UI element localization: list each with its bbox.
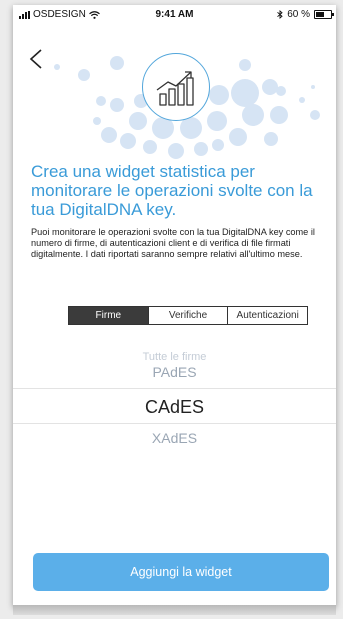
hero-icon-badge — [142, 53, 210, 121]
chart-growth-icon — [156, 71, 194, 106]
picker-option[interactable]: PAdES — [13, 364, 336, 380]
screen-bottom-shadow — [13, 605, 336, 615]
add-widget-button[interactable]: Aggiungi la widget — [33, 553, 329, 591]
chevron-left-icon — [29, 49, 42, 69]
tab-firme[interactable]: Firme — [69, 307, 148, 324]
back-button[interactable] — [27, 47, 47, 75]
picker-option[interactable]: XAdES — [13, 430, 336, 446]
page-title: Crea una widget statistica per monitorar… — [31, 162, 313, 219]
hero-illustration — [13, 35, 336, 163]
battery-percent: 60 % — [287, 9, 310, 20]
tab-autenticazioni[interactable]: Autenticazioni — [227, 307, 307, 324]
picker-option[interactable]: Tutte le firme — [13, 351, 336, 363]
picker-selection-line-bottom — [13, 423, 336, 424]
status-right: 60 % — [277, 9, 334, 20]
bluetooth-icon — [277, 10, 283, 19]
picker-option-selected[interactable]: CAdES — [13, 397, 336, 418]
battery-icon — [314, 10, 334, 19]
picker-selection-line-top — [13, 388, 336, 389]
status-bar: OSDESIGN 9:41 AM 60 % — [13, 5, 336, 27]
description-text: Puoi monitorare le operazioni svolte con… — [31, 227, 315, 259]
category-segmented-control: Firme Verifiche Autenticazioni — [68, 306, 308, 325]
tab-verifiche[interactable]: Verifiche — [147, 307, 228, 324]
phone-screen: OSDESIGN 9:41 AM 60 % Crea una widget st… — [13, 5, 336, 606]
